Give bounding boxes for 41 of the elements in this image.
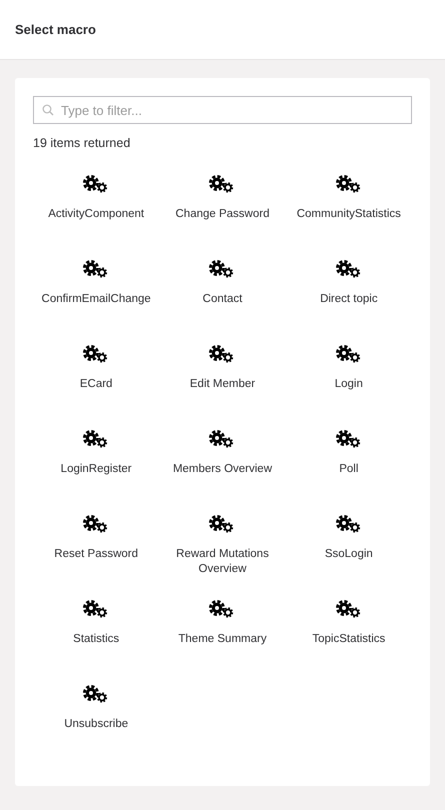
macro-item[interactable]: Poll: [286, 430, 412, 515]
gears-icon: [336, 430, 362, 448]
macro-item[interactable]: LoginRegister: [33, 430, 160, 515]
macro-item[interactable]: Reset Password: [33, 515, 160, 600]
gears-icon: [83, 260, 110, 278]
macro-item[interactable]: Direct topic: [286, 260, 412, 345]
macro-item[interactable]: Contact: [159, 260, 286, 345]
macro-item[interactable]: Theme Summary: [159, 600, 286, 685]
gears-icon: [83, 175, 110, 193]
gears-icon: [83, 685, 110, 703]
gears-icon: [83, 515, 110, 533]
macro-item[interactable]: CommunityStatistics: [286, 175, 412, 260]
macro-item[interactable]: TopicStatistics: [286, 600, 412, 685]
gears-icon: [83, 430, 110, 448]
gears-icon: [209, 175, 236, 193]
macro-item[interactable]: Change Password: [159, 175, 286, 260]
macro-item[interactable]: ConfirmEmailChange: [33, 260, 160, 345]
gears-icon: [209, 515, 236, 533]
gears-icon: [83, 345, 110, 363]
macro-item[interactable]: SsoLogin: [286, 515, 412, 600]
gears-icon: [336, 345, 362, 363]
gears-icon: [83, 600, 110, 618]
gears-icon: [336, 600, 362, 618]
dialog-title: Select macro: [15, 22, 96, 37]
gears-icon: [336, 260, 362, 278]
gears-icon: [209, 600, 236, 618]
gears-icon: [209, 345, 236, 363]
macro-item[interactable]: Login: [286, 345, 412, 430]
gears-icon: [209, 260, 236, 278]
macro-item[interactable]: ActivityComponent: [33, 175, 160, 260]
macro-item[interactable]: Members Overview: [159, 430, 286, 515]
macro-item[interactable]: Reward Mutations Overview: [159, 515, 286, 600]
macro-item[interactable]: ECard: [33, 345, 160, 430]
macro-item[interactable]: Unsubscribe: [33, 685, 160, 770]
gears-icon: [336, 175, 362, 193]
result-count: 19 items returned: [33, 136, 132, 150]
gears-icon: [336, 515, 362, 533]
gears-icon: [209, 430, 236, 448]
macro-item[interactable]: Edit Member: [159, 345, 286, 430]
filter-field[interactable]: Type to filter...: [33, 96, 412, 124]
macro-item[interactable]: Statistics: [33, 600, 160, 685]
